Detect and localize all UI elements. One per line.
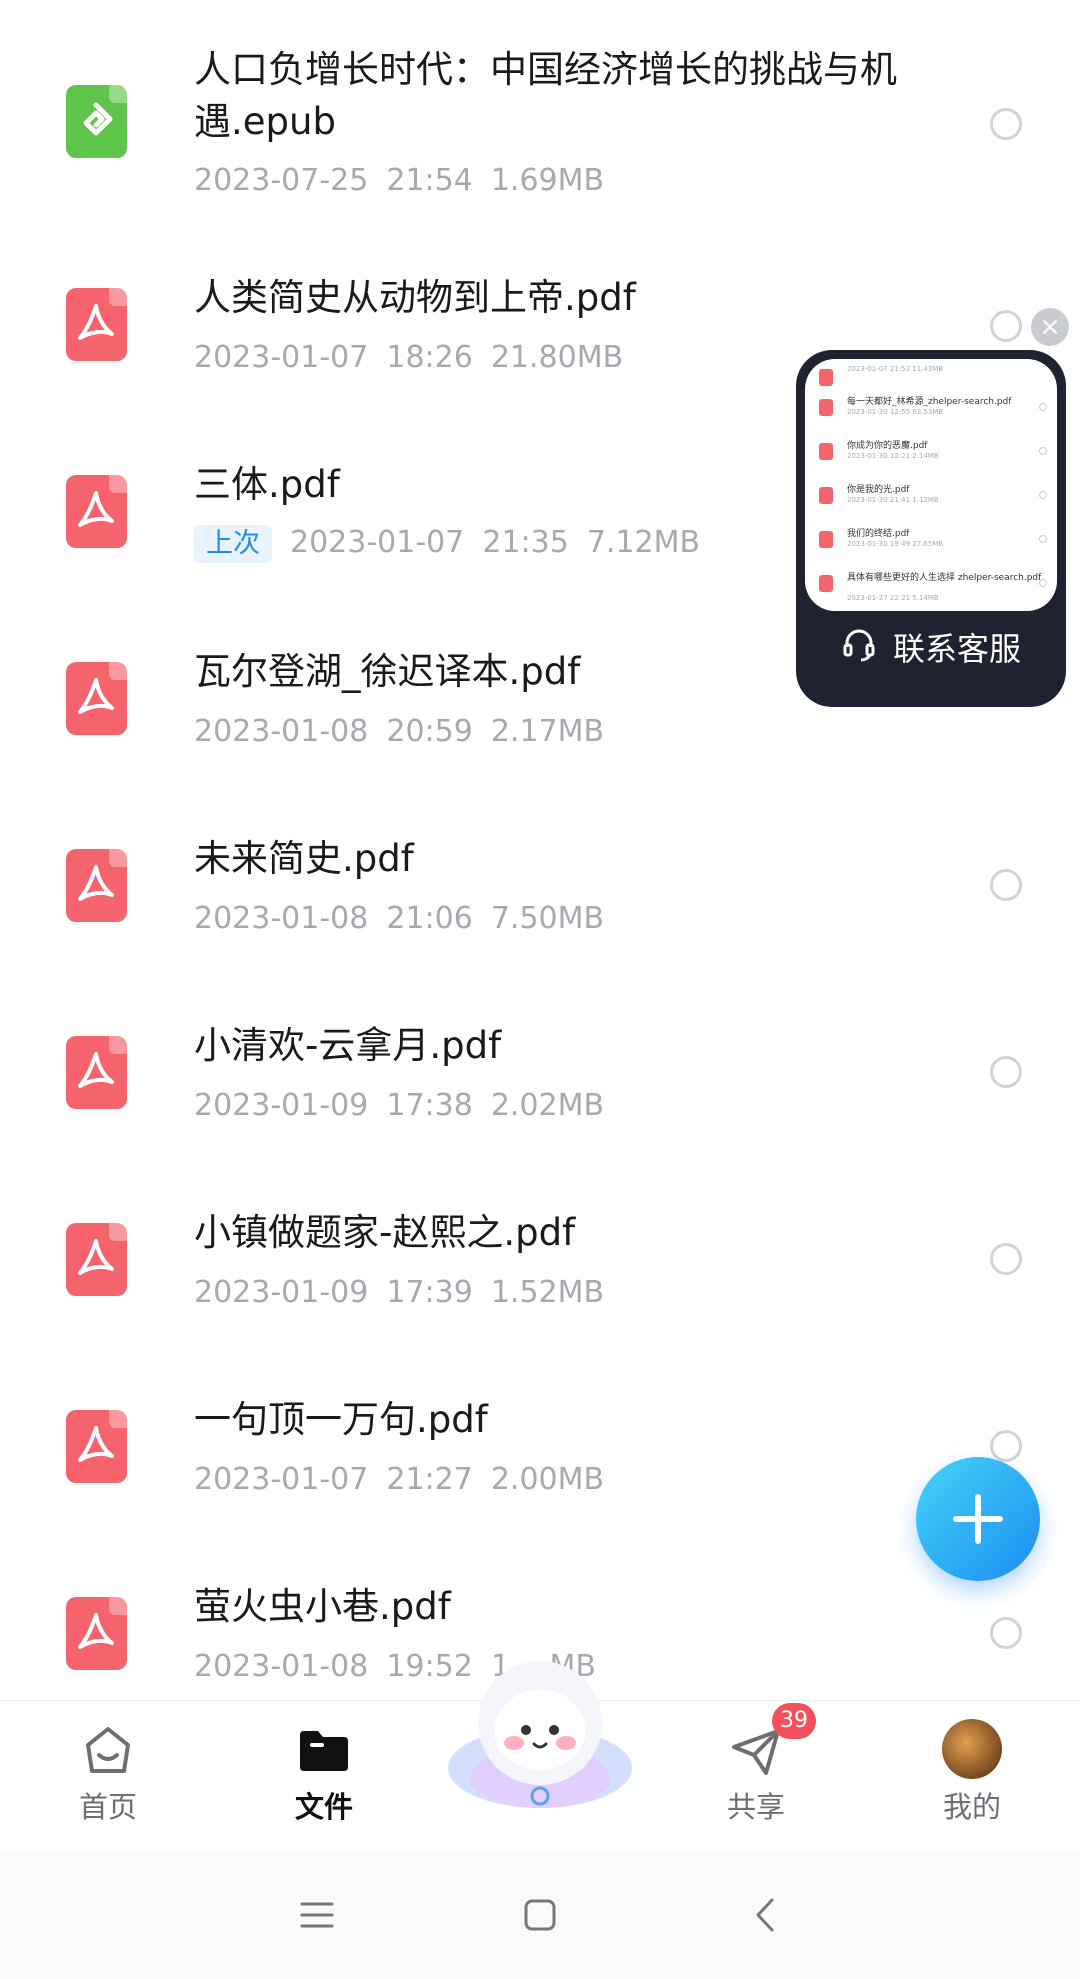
select-radio[interactable] (990, 1243, 1022, 1275)
file-name: 人类简史从动物到上帝.pdf (194, 276, 636, 319)
nav-share[interactable]: 39 共享 (676, 1701, 836, 1851)
plus-icon (953, 1494, 1003, 1544)
file-meta: 2023-07-25 21:54 1.69MB (194, 163, 605, 198)
file-meta: 2023-01-08 20:59 2.17MB (194, 714, 605, 749)
epub-file-icon (66, 85, 127, 158)
select-radio[interactable] (990, 1056, 1022, 1088)
file-row[interactable]: 未来简史.pdf 2023-01-08 21:06 7.50MB (0, 793, 1080, 980)
customer-service-float[interactable]: 2023-01-07 21:53 11.43MB 每一天都好_林希源_zhelp… (796, 350, 1066, 707)
file-meta: 2023-01-09 17:39 1.52MB (194, 1275, 605, 1310)
select-radio[interactable] (990, 1617, 1022, 1649)
last-read-badge: 上次 (194, 525, 272, 563)
service-preview: 2023-01-07 21:53 11.43MB 每一天都好_林希源_zhelp… (805, 359, 1057, 611)
file-name: 人口负增长时代：中国经济增长的挑战与机 (194, 48, 897, 91)
service-label[interactable]: 联系客服 (796, 625, 1066, 676)
file-meta: 2023-01-07 21:27 2.00MB (194, 1462, 605, 1497)
file-meta: 2023-01-07 18:26 21.80MB (194, 340, 624, 375)
nav-home[interactable]: 首页 (28, 1701, 188, 1851)
pdf-file-icon (66, 1036, 127, 1109)
pdf-file-icon (66, 1223, 127, 1296)
file-name: 萤火虫小巷.pdf (194, 1585, 451, 1628)
file-meta: 2023-01-09 17:38 2.02MB (194, 1088, 605, 1123)
select-radio[interactable] (990, 310, 1022, 342)
file-row[interactable]: 小镇做题家-赵熙之.pdf 2023-01-09 17:39 1.52MB (0, 1167, 1080, 1354)
headset-icon (841, 627, 877, 676)
nav-mine[interactable]: 我的 (892, 1701, 1052, 1851)
file-meta: 2023-01-08 21:06 7.50MB (194, 901, 605, 936)
system-nav-bar (0, 1850, 1080, 1979)
pdf-file-icon (66, 475, 127, 548)
home-square-icon[interactable] (505, 1880, 575, 1950)
pdf-file-icon (66, 662, 127, 735)
select-radio[interactable] (990, 869, 1022, 901)
back-icon[interactable] (730, 1880, 800, 1950)
file-name: 小镇做题家-赵熙之.pdf (194, 1211, 576, 1254)
folder-icon (300, 1731, 348, 1771)
pdf-file-icon (66, 1410, 127, 1483)
file-name: 三体.pdf (194, 463, 340, 506)
add-button[interactable] (916, 1457, 1040, 1581)
share-badge: 39 (772, 1703, 816, 1739)
file-meta: 上次 2023-01-07 21:35 7.12MB (194, 523, 718, 563)
file-name: 一句顶一万句.pdf (194, 1398, 488, 1441)
file-row[interactable]: 人口负增长时代：中国经济增长的挑战与机 遇.epub 2023-07-25 21:… (0, 30, 1080, 217)
file-name: 未来简史.pdf (194, 837, 414, 880)
file-list: 人口负增长时代：中国经济增长的挑战与机 遇.epub 2023-07-25 21:… (0, 0, 1080, 1700)
pdf-file-icon (66, 849, 127, 922)
nav-files[interactable]: 文件 (244, 1701, 404, 1851)
pdf-file-icon (66, 288, 127, 361)
menu-icon[interactable] (282, 1880, 352, 1950)
file-name: 小清欢-云拿月.pdf (194, 1024, 502, 1067)
mascot-icon[interactable] (440, 1648, 640, 1823)
avatar (942, 1719, 1002, 1779)
file-row[interactable]: 小清欢-云拿月.pdf 2023-01-09 17:38 2.02MB (0, 980, 1080, 1167)
select-radio[interactable] (990, 108, 1022, 140)
file-name-cont: 遇.epub (194, 100, 336, 143)
home-icon (86, 1727, 130, 1773)
close-icon[interactable]: × (1031, 308, 1069, 346)
pdf-file-icon (66, 1597, 127, 1670)
file-name: 瓦尔登湖_徐迟译本.pdf (194, 650, 581, 693)
